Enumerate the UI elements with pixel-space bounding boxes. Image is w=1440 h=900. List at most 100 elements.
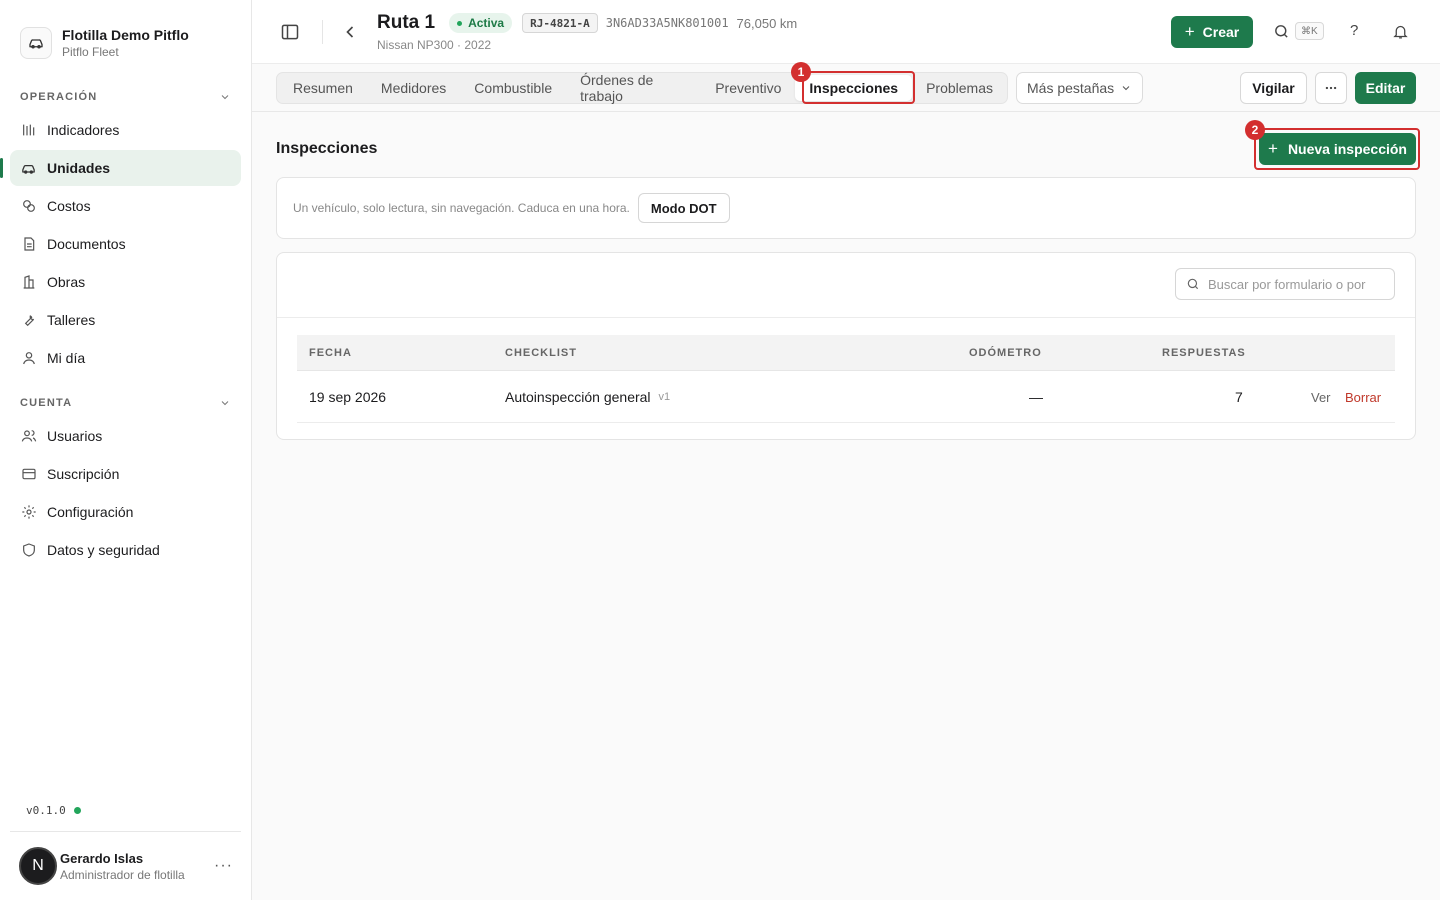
coins-icon bbox=[20, 198, 37, 215]
dot-mode-button[interactable]: Modo DOT bbox=[637, 193, 730, 223]
chevron-left-icon[interactable] bbox=[340, 22, 360, 42]
create-button[interactable]: + Crear bbox=[1171, 16, 1253, 48]
sidebar-item-configuracion[interactable]: Configuración bbox=[10, 494, 241, 530]
search-input[interactable] bbox=[1208, 276, 1388, 292]
sidebar-item-suscripcion[interactable]: Suscripción bbox=[10, 456, 241, 492]
wrench-icon bbox=[20, 312, 37, 329]
more-horizontal-icon[interactable]: ··· bbox=[214, 857, 233, 875]
sidebar-item-label: Datos y seguridad bbox=[47, 542, 160, 558]
sidebar-item-label: Indicadores bbox=[47, 122, 120, 138]
page-title: Ruta 1 bbox=[377, 12, 436, 33]
sidebar-item-usuarios[interactable]: Usuarios bbox=[10, 418, 241, 454]
dot-mode-card: Un vehículo, solo lectura, sin navegació… bbox=[276, 177, 1416, 239]
help-button[interactable]: ? bbox=[1350, 22, 1358, 39]
cell-checklist: Autoinspección general v1 bbox=[505, 371, 670, 423]
cell-odometer: — bbox=[1029, 389, 1043, 405]
column-header-checklist[interactable]: CHECKLIST bbox=[505, 335, 577, 371]
building-icon bbox=[20, 274, 37, 291]
tab-preventivo[interactable]: Preventivo bbox=[701, 75, 795, 101]
user-menu[interactable]: N Gerardo Islas Administrador de flotill… bbox=[10, 831, 241, 900]
sidebar-item-label: Talleres bbox=[47, 312, 96, 328]
bell-icon[interactable] bbox=[1392, 23, 1409, 40]
tab-inspecciones[interactable]: Inspecciones bbox=[795, 75, 913, 101]
org-subtitle: Pitflo Fleet bbox=[62, 44, 119, 59]
tab-medidores[interactable]: Medidores bbox=[367, 75, 460, 101]
section-cuenta[interactable]: CUENTA bbox=[0, 392, 251, 414]
chevron-down-icon bbox=[221, 95, 229, 100]
tab-problemas[interactable]: Problemas bbox=[912, 75, 1007, 101]
sidebar-item-label: Suscripción bbox=[47, 466, 120, 482]
new-inspection-label: Nueva inspección bbox=[1287, 141, 1407, 157]
main: Ruta 1 Activa RJ-4821-A 3N6AD33A5NK80100… bbox=[252, 0, 1440, 900]
more-tabs-dropdown[interactable]: Más pestañas bbox=[1016, 72, 1143, 104]
create-label: Crear bbox=[1202, 24, 1240, 40]
more-horizontal-icon bbox=[1325, 86, 1337, 90]
org-name: Flotilla Demo Pitflo bbox=[62, 26, 189, 43]
inspections-table-card: FECHA CHECKLIST ODÓMETRO RESPUESTAS 19 s… bbox=[276, 252, 1416, 440]
gear-icon bbox=[20, 504, 37, 521]
chart-bars-icon bbox=[20, 122, 37, 139]
status-label: Activa bbox=[468, 16, 505, 30]
checklist-name: Autoinspección general bbox=[505, 389, 651, 405]
tab-resumen[interactable]: Resumen bbox=[279, 75, 367, 101]
sidebar-item-label: Unidades bbox=[47, 160, 111, 176]
tab-ordenes-trabajo[interactable]: Órdenes de trabajo bbox=[566, 72, 701, 104]
column-header-fecha[interactable]: FECHA bbox=[309, 335, 352, 371]
users-icon bbox=[20, 428, 37, 445]
more-options-button[interactable] bbox=[1315, 72, 1347, 104]
column-header-odometro[interactable]: ODÓMETRO bbox=[969, 335, 1042, 371]
odometer-text: 76,050 km bbox=[736, 15, 798, 31]
table-row[interactable]: 19 sep 2026 Autoinspección general v1 — … bbox=[297, 371, 1395, 423]
brand[interactable]: Flotilla Demo Pitflo Pitflo Fleet bbox=[0, 0, 251, 66]
sidebar-item-costos[interactable]: Costos bbox=[10, 188, 241, 224]
nav-operacion: Indicadores Unidades Costos Documentos O… bbox=[0, 108, 251, 376]
sidebar-item-mi-dia[interactable]: Mi día bbox=[10, 340, 241, 376]
user-role: Administrador de flotilla bbox=[60, 867, 185, 882]
version-label: v0.1.0 bbox=[26, 804, 66, 817]
search-icon[interactable] bbox=[1273, 23, 1290, 40]
section-operacion[interactable]: OPERACIÓN bbox=[0, 86, 251, 108]
search-icon bbox=[1187, 278, 1199, 290]
sidebar-item-label: Obras bbox=[47, 274, 86, 290]
status-dot bbox=[73, 807, 81, 814]
cell-answers: 7 bbox=[1235, 389, 1243, 405]
tab-list: Resumen Medidores Combustible Órdenes de… bbox=[276, 72, 1008, 104]
divider bbox=[277, 317, 1415, 318]
sidebar-item-label: Documentos bbox=[47, 236, 126, 252]
status-badge: Activa bbox=[449, 13, 513, 33]
app-version: v0.1.0 bbox=[26, 804, 81, 817]
edit-button[interactable]: Editar bbox=[1355, 72, 1416, 104]
sidebar-item-datos-seguridad[interactable]: Datos y seguridad bbox=[10, 532, 241, 568]
annotation-badge-1: 1 bbox=[791, 62, 811, 82]
sidebar: Flotilla Demo Pitflo Pitflo Fleet OPERAC… bbox=[0, 0, 252, 900]
column-header-respuestas[interactable]: RESPUESTAS bbox=[1162, 335, 1246, 371]
sidebar-item-talleres[interactable]: Talleres bbox=[10, 302, 241, 338]
vehicle-header: Ruta 1 Activa RJ-4821-A 3N6AD33A5NK80100… bbox=[377, 10, 797, 52]
search-field[interactable] bbox=[1175, 268, 1395, 300]
new-inspection-button[interactable]: + Nueva inspección bbox=[1259, 133, 1416, 165]
more-tabs-label: Más pestañas bbox=[1027, 80, 1115, 96]
sidebar-toggle-icon[interactable] bbox=[280, 22, 300, 42]
checklist-version: v1 bbox=[658, 391, 671, 403]
shield-icon bbox=[20, 542, 37, 559]
section-title: Inspecciones bbox=[276, 140, 378, 157]
car-icon bbox=[20, 26, 52, 59]
section-title: CUENTA bbox=[20, 397, 73, 409]
tabs-bar: Resumen Medidores Combustible Órdenes de… bbox=[252, 64, 1440, 112]
delete-link[interactable]: Borrar bbox=[1345, 371, 1381, 423]
sidebar-item-indicadores[interactable]: Indicadores bbox=[10, 112, 241, 148]
sidebar-item-label: Configuración bbox=[47, 504, 134, 520]
document-icon bbox=[20, 236, 37, 253]
sidebar-item-obras[interactable]: Obras bbox=[10, 264, 241, 300]
cell-date: 19 sep 2026 bbox=[309, 389, 387, 405]
watch-button[interactable]: Vigilar bbox=[1240, 72, 1307, 104]
sidebar-item-unidades[interactable]: Unidades bbox=[0, 150, 241, 186]
chevron-down-icon bbox=[1122, 86, 1130, 91]
dot-description: Un vehículo, solo lectura, sin navegació… bbox=[293, 201, 630, 215]
view-link[interactable]: Ver bbox=[1311, 371, 1331, 423]
sidebar-item-documentos[interactable]: Documentos bbox=[10, 226, 241, 262]
tab-combustible[interactable]: Combustible bbox=[460, 75, 566, 101]
plus-icon: + bbox=[1268, 139, 1278, 158]
avatar: N bbox=[19, 847, 57, 885]
sidebar-item-label: Costos bbox=[47, 198, 91, 214]
